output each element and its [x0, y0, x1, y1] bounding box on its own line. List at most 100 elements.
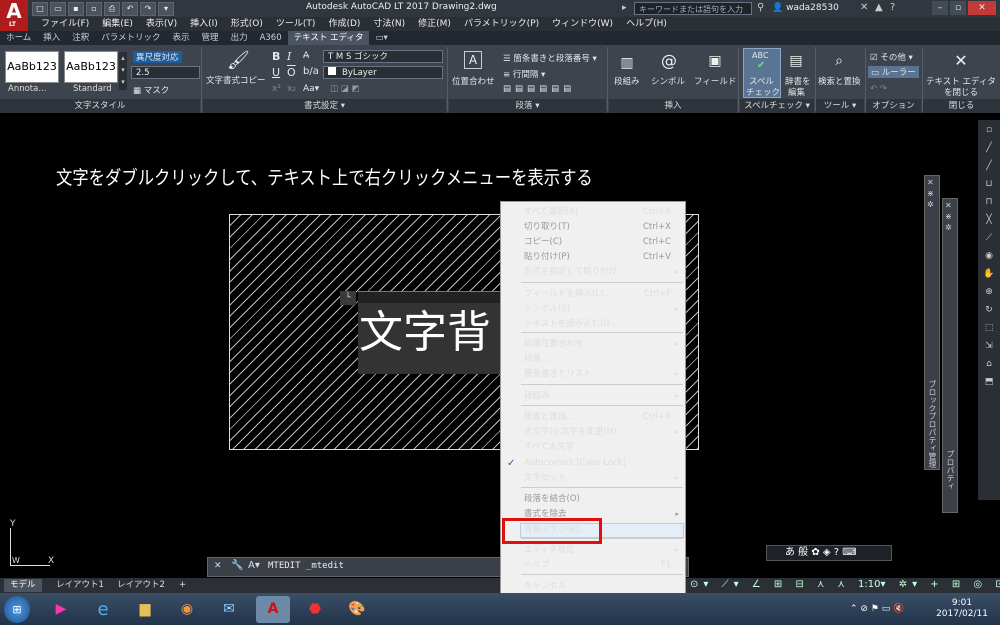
menu-draw[interactable]: 作成(D): [315, 17, 360, 31]
find-replace-icon[interactable]: ⌕: [830, 52, 848, 70]
ime-toolbar[interactable]: あ 般 ✿ ◈ ? ⌨: [766, 545, 892, 561]
nav-tool-icon[interactable]: ⟋: [983, 232, 995, 244]
more-dropdown[interactable]: ☑ その他 ▾: [870, 51, 913, 63]
tab-insert[interactable]: 挿入: [37, 31, 66, 45]
justification-icon[interactable]: A: [464, 51, 482, 69]
start-button[interactable]: ⊞: [4, 596, 30, 623]
palette-controls-icon[interactable]: ✕ ⋇ ✲: [927, 177, 934, 210]
context-menu-item[interactable]: キャンセル: [501, 579, 685, 594]
dictionary-icon[interactable]: ▤: [787, 52, 805, 70]
context-menu-item[interactable]: エディタ設定 ▸: [501, 543, 685, 558]
close-window-button[interactable]: ✕: [968, 1, 996, 15]
line-spacing-dropdown[interactable]: ≡ 行間隔 ▾: [503, 68, 545, 80]
menu-insert[interactable]: 挿入(I): [177, 17, 218, 31]
mask-button[interactable]: ▦ マスク: [133, 84, 169, 96]
tab-layout1[interactable]: レイアウト1: [50, 579, 110, 592]
bold-icon[interactable]: B: [272, 50, 280, 63]
nav-tool-icon[interactable]: ⊔: [983, 178, 995, 190]
columns-button[interactable]: 段組み: [614, 75, 640, 87]
symbol-button[interactable]: シンボル: [651, 75, 685, 87]
open-icon[interactable]: ▭: [50, 2, 66, 16]
annotation-scale[interactable]: 1:10: [858, 579, 880, 590]
context-menu-item[interactable]: 検索と置換... Ctrl+R: [501, 410, 685, 425]
tab-view[interactable]: 表示: [167, 31, 196, 45]
menu-view[interactable]: 表示(V): [133, 17, 177, 31]
context-menu-item[interactable]: ✓ Autocorrect [Caps Lock]: [501, 456, 685, 471]
undo-redo-icons[interactable]: ↶ ↷: [870, 84, 887, 94]
taskbar-clock[interactable]: 9:01 2017/02/11: [932, 598, 992, 620]
match-format-button[interactable]: 文字書式コピー: [206, 74, 266, 86]
overline-icon[interactable]: O: [287, 66, 296, 79]
quick-access-dropdown-icon[interactable]: ▾: [158, 2, 174, 16]
field-icon[interactable]: ▣: [706, 52, 724, 70]
panel-insert[interactable]: 挿入: [609, 99, 737, 113]
context-menu-item[interactable]: 箇条書きとリスト ▸: [501, 367, 685, 382]
save-icon[interactable]: ▪: [68, 2, 84, 16]
menu-parametric[interactable]: パラメトリック(P): [451, 17, 539, 31]
tray-icons[interactable]: ⌃ ⊘ ⚑ ▭ 🔇: [850, 604, 904, 614]
annotative-toggle[interactable]: 異尺度対応: [133, 51, 182, 63]
symbol-icon[interactable]: @: [660, 52, 678, 70]
tab-manage[interactable]: 管理: [196, 31, 225, 45]
add-layout-tab[interactable]: +: [173, 579, 192, 592]
tab-model[interactable]: モデル: [4, 579, 42, 592]
nav-tool-icon[interactable]: ⬚: [983, 322, 995, 334]
paintshop-icon[interactable]: ⬣: [298, 596, 332, 623]
tab-a360[interactable]: A360: [254, 31, 288, 45]
menu-dimension[interactable]: 寸法(N): [360, 17, 405, 31]
strikethrough-icon[interactable]: A̶: [303, 51, 309, 61]
application-menu-button[interactable]: A LT: [0, 0, 28, 31]
command-recent-icon[interactable]: A▾: [248, 560, 260, 571]
color-dropdown[interactable]: ByLayer: [323, 66, 443, 79]
status-bar-icons[interactable]: ⊙▾ ⟋▾ ∠ ⊞ ⊟ ⋏ ⋏ 1:10▾ ✲▾ + ⊞ ◎ ⊡ ≡: [690, 579, 1000, 590]
tab-layout2[interactable]: レイアウト2: [111, 579, 171, 592]
zoom-icon[interactable]: ⊕: [983, 286, 995, 298]
style-standard[interactable]: AaBb123: [64, 51, 118, 83]
context-menu-item[interactable]: 大文字/小文字を変更(H) ▸: [501, 425, 685, 440]
tab-annotate[interactable]: 注釈: [66, 31, 95, 45]
mtext-editor-text[interactable]: 文字背: [359, 305, 491, 361]
justification-button[interactable]: 位置合わせ: [452, 75, 495, 87]
navigation-bar[interactable]: ▫ ╱ ╱ ⊔ ⊓ ╳ ⟋ ◉ ✋ ⊕ ↻ ⬚ ⇲ ⌂ ⬒: [978, 120, 1000, 500]
save-as-icon[interactable]: ▫: [86, 2, 102, 16]
close-editor-icon[interactable]: ✕: [952, 52, 970, 70]
superscript-icon[interactable]: x²: [272, 84, 281, 94]
chrome-icon[interactable]: ◉: [170, 596, 204, 623]
underline-icon[interactable]: U: [272, 66, 280, 79]
nav-tool-icon[interactable]: ⇲: [983, 340, 995, 352]
autocad-taskbar-icon[interactable]: A: [256, 596, 290, 623]
alignment-buttons[interactable]: ▤▤▤▤▤▤: [503, 84, 575, 94]
redo-icon[interactable]: ↷: [140, 2, 156, 16]
context-menu-item[interactable]: 段落位置合わせ ▸: [501, 337, 685, 352]
menu-format[interactable]: 形式(O): [218, 17, 263, 31]
style-annotative[interactable]: AaBb123: [5, 51, 59, 83]
bullets-dropdown[interactable]: ☰ 箇条書きと段落番号 ▾: [503, 52, 597, 64]
context-menu-item[interactable]: 形式を指定して貼り付け ▸: [501, 265, 685, 280]
nav-tool-icon[interactable]: ⬒: [983, 376, 995, 388]
panel-formatting[interactable]: 書式設定 ▾: [203, 99, 446, 113]
stack-icon[interactable]: b/a: [303, 66, 319, 77]
new-icon[interactable]: □: [32, 2, 48, 16]
tab-parametric[interactable]: パラメトリック: [95, 31, 166, 45]
panel-paragraph[interactable]: 段落 ▾: [449, 99, 606, 113]
match-properties-icon[interactable]: 🖌: [227, 52, 250, 70]
tab-home[interactable]: ホーム: [0, 31, 37, 45]
menu-file[interactable]: ファイル(F): [28, 17, 89, 31]
tab-output[interactable]: 出力: [225, 31, 254, 45]
file-explorer-icon[interactable]: ▆: [128, 596, 162, 623]
palette-controls-icon[interactable]: ✕ ⋇ ✲: [945, 200, 952, 233]
steering-wheel-icon[interactable]: ◉: [983, 250, 995, 262]
restore-icon[interactable]: ▫: [983, 124, 995, 136]
nav-tool-icon[interactable]: ╱: [983, 160, 995, 172]
context-menu-item[interactable]: テキストを読み込む(I)...: [501, 317, 685, 332]
nav-tool-icon[interactable]: ╱: [983, 142, 995, 154]
edit-dictionary-label-2[interactable]: 編集: [788, 86, 805, 98]
minimize-button[interactable]: –: [932, 1, 948, 15]
style-scroll[interactable]: ▴ ▾ ▾: [119, 52, 127, 90]
binoculars-icon[interactable]: ⚲: [757, 2, 764, 13]
panel-text-style[interactable]: 文字スタイル: [0, 99, 200, 113]
context-menu-item[interactable]: フィールドを挿入(L)... Ctrl+F: [501, 287, 685, 302]
menu-window[interactable]: ウィンドウ(W): [539, 17, 613, 31]
help-icon[interactable]: ?: [890, 2, 895, 13]
context-menu-item[interactable]: 文字セット ▸: [501, 471, 685, 486]
